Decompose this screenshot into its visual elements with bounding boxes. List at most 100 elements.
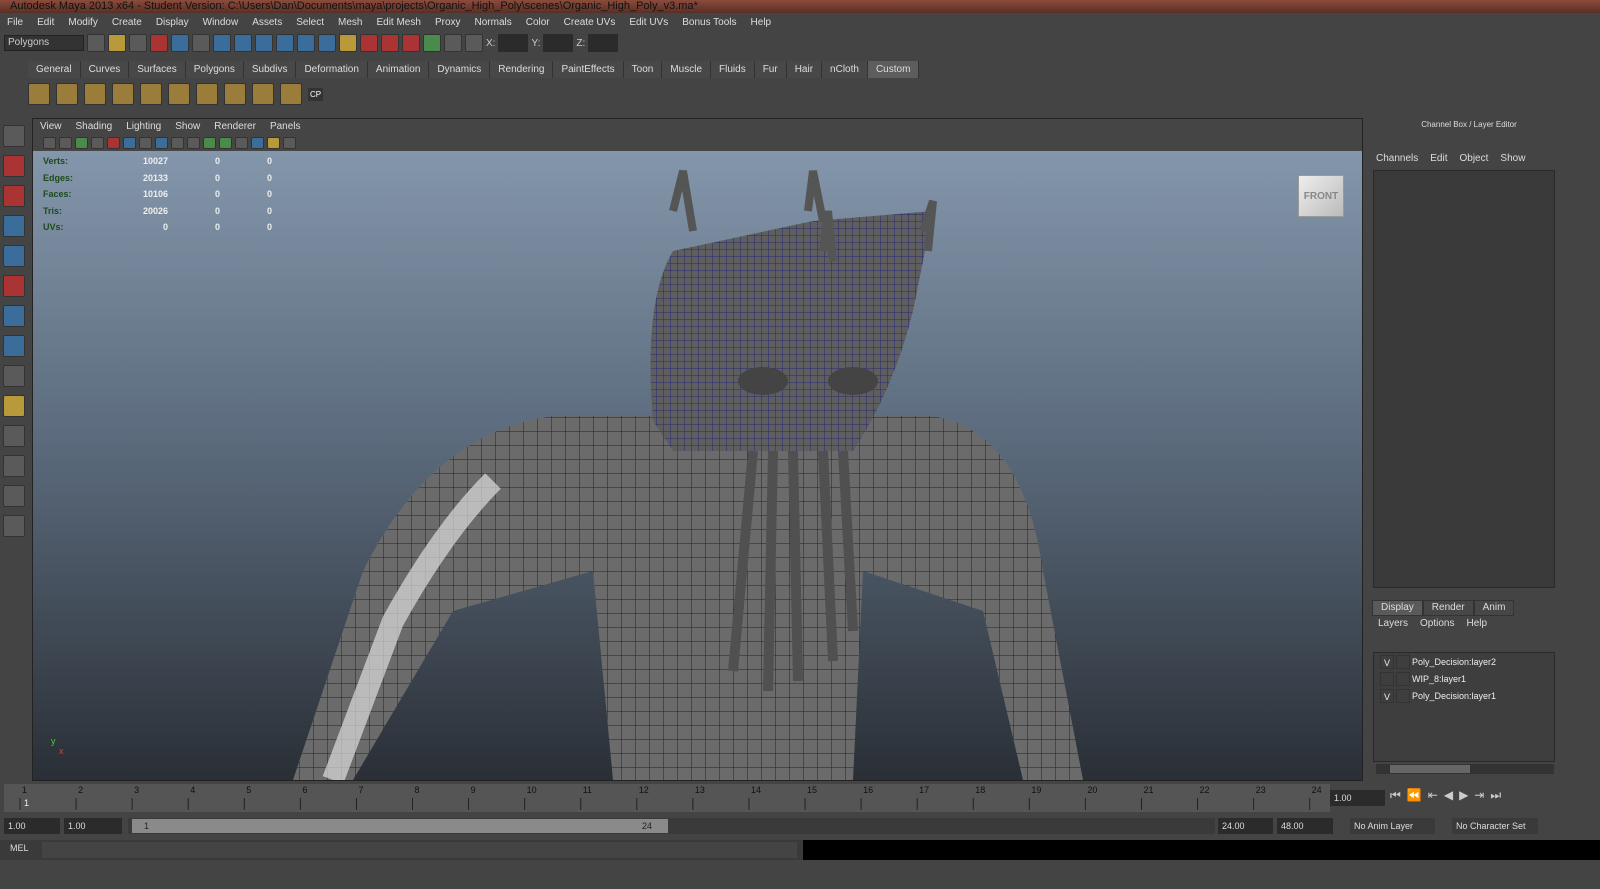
- layer-playback-toggle[interactable]: [1396, 655, 1410, 669]
- shaded-icon[interactable]: [251, 137, 264, 149]
- lights-icon[interactable]: [267, 137, 280, 149]
- layout-outliner-icon[interactable]: [3, 485, 25, 507]
- layer-row[interactable]: V Poly_Decision:layer1: [1374, 688, 1554, 704]
- layer-scrollbar[interactable]: [1376, 764, 1554, 774]
- texture-icon[interactable]: [219, 137, 232, 149]
- view-cube[interactable]: FRONT: [1298, 175, 1344, 217]
- shelf-tab-toon[interactable]: Toon: [623, 61, 663, 78]
- viewport-menu-shading[interactable]: Shading: [69, 119, 120, 135]
- lock-icon[interactable]: [339, 34, 357, 52]
- shelf-tab-deformation[interactable]: Deformation: [296, 61, 368, 78]
- layout-four-icon[interactable]: [3, 455, 25, 477]
- menu-edit-mesh[interactable]: Edit Mesh: [369, 14, 427, 31]
- camera-attr-icon[interactable]: [59, 137, 72, 149]
- lasso-tool-icon[interactable]: [3, 155, 25, 177]
- layer-tab-anim[interactable]: Anim: [1473, 600, 1515, 616]
- scale-tool-icon[interactable]: [3, 275, 25, 297]
- y-field[interactable]: [543, 34, 574, 52]
- viewport-menu-lighting[interactable]: Lighting: [119, 119, 168, 135]
- channel-menu-channels[interactable]: Channels: [1370, 152, 1424, 166]
- shelf-tab-rendering[interactable]: Rendering: [490, 61, 554, 78]
- menu-proxy[interactable]: Proxy: [428, 14, 468, 31]
- layer-visibility-toggle[interactable]: V: [1380, 655, 1394, 669]
- layer-visibility-toggle[interactable]: V: [1380, 689, 1394, 703]
- playback-end-field[interactable]: 24.00: [1218, 818, 1273, 834]
- character-set-select[interactable]: No Character Set: [1452, 818, 1538, 834]
- soft-mod-icon[interactable]: [3, 335, 25, 357]
- shelf-tab-fluids[interactable]: Fluids: [711, 61, 755, 78]
- menu-color[interactable]: Color: [519, 14, 557, 31]
- menu-edit[interactable]: Edit: [30, 14, 61, 31]
- play-forward-icon[interactable]: ▶: [1459, 788, 1468, 803]
- new-scene-icon[interactable]: [87, 34, 105, 52]
- shelf-tab-dynamics[interactable]: Dynamics: [429, 61, 491, 78]
- shelf-tab-subdivs[interactable]: Subdivs: [243, 61, 297, 78]
- current-frame-marker[interactable]: 1: [24, 798, 29, 808]
- snap-plane-icon[interactable]: [276, 34, 294, 52]
- play-backward-icon[interactable]: ◀: [1444, 788, 1453, 803]
- ipr-render-icon[interactable]: [465, 34, 483, 52]
- smooth-shade-icon[interactable]: [155, 137, 168, 149]
- shelf-tab-muscle[interactable]: Muscle: [662, 61, 712, 78]
- command-input[interactable]: [42, 842, 797, 858]
- save-scene-icon[interactable]: [129, 34, 147, 52]
- menu-file[interactable]: File: [0, 14, 30, 31]
- 3d-scene[interactable]: Verts: 10027 0 0 Edges: 20133 0 0 Faces: 10106 0 0 T…: [33, 151, 1362, 780]
- shelf-tab-general[interactable]: General: [28, 61, 81, 78]
- mel-label[interactable]: MEL: [10, 843, 29, 853]
- help-icon[interactable]: [318, 34, 336, 52]
- start-time-field[interactable]: 1.00: [4, 818, 60, 834]
- xray-icon[interactable]: [187, 137, 200, 149]
- snap-curve-icon[interactable]: [234, 34, 252, 52]
- shelf-tab-ncloth[interactable]: nCloth: [822, 61, 868, 78]
- open-scene-icon[interactable]: [108, 34, 126, 52]
- layout-single-icon[interactable]: [3, 425, 25, 447]
- 2d-pan-icon[interactable]: [107, 137, 120, 149]
- menu-help[interactable]: Help: [744, 14, 779, 31]
- rotate-tool-icon[interactable]: [3, 245, 25, 267]
- playback-start-field[interactable]: 1.00: [64, 818, 122, 834]
- anim-layer-select[interactable]: No Anim Layer: [1350, 818, 1435, 834]
- current-time-field[interactable]: 1.00: [1330, 790, 1385, 806]
- shelf-tool-icon[interactable]: [112, 83, 134, 105]
- time-slider[interactable]: 1 2 3 4 5 6 7 8 9 10 11 12 13 14 15 16 17 18 19 20 21 22 23 24 1: [4, 784, 1330, 812]
- paint-select-icon[interactable]: [3, 185, 25, 207]
- wireframe-on-shaded-icon[interactable]: [171, 137, 184, 149]
- shelf-tool-icon[interactable]: [224, 83, 246, 105]
- shelf-tab-painteffects[interactable]: PaintEffects: [553, 61, 624, 78]
- layer-row[interactable]: WIP_8:layer1: [1374, 671, 1554, 687]
- menu-create-uvs[interactable]: Create UVs: [557, 14, 623, 31]
- viewport-menu-view[interactable]: View: [33, 119, 69, 135]
- channel-menu-object[interactable]: Object: [1454, 152, 1495, 166]
- shelf-tool-icon[interactable]: [252, 83, 274, 105]
- go-to-start-icon[interactable]: ⏮: [1390, 788, 1401, 803]
- shelf-tab-polygons[interactable]: Polygons: [185, 61, 244, 78]
- move-tool-icon[interactable]: [3, 215, 25, 237]
- shadows-icon[interactable]: [283, 137, 296, 149]
- layout-graph-icon[interactable]: [3, 515, 25, 537]
- manipulator-icon[interactable]: [3, 305, 25, 327]
- snap-point-icon[interactable]: [255, 34, 273, 52]
- viewport-menu-renderer[interactable]: Renderer: [207, 119, 263, 135]
- film-gate-icon[interactable]: [139, 137, 152, 149]
- image-plane-icon[interactable]: [91, 137, 104, 149]
- shelf-tool-icon[interactable]: [56, 83, 78, 105]
- snap-grid-icon[interactable]: [213, 34, 231, 52]
- step-back-icon[interactable]: ⇤: [1428, 788, 1438, 803]
- shelf-tool-icon[interactable]: [28, 83, 50, 105]
- menu-select[interactable]: Select: [289, 14, 331, 31]
- viewport-menu-show[interactable]: Show: [168, 119, 207, 135]
- camera-icon[interactable]: [43, 137, 56, 149]
- layer-playback-toggle[interactable]: [1396, 689, 1410, 703]
- channel-menu-show[interactable]: Show: [1494, 152, 1531, 166]
- center-pivot-button[interactable]: CP: [308, 87, 324, 101]
- bookmark-icon[interactable]: [75, 137, 88, 149]
- shelf-tab-curves[interactable]: Curves: [80, 61, 130, 78]
- snap-surface-icon[interactable]: [297, 34, 315, 52]
- select-component-icon[interactable]: [192, 34, 210, 52]
- viewport-menu-panels[interactable]: Panels: [263, 119, 308, 135]
- menu-edit-uvs[interactable]: Edit UVs: [622, 14, 675, 31]
- z-field[interactable]: [588, 34, 619, 52]
- layer-row[interactable]: V Poly_Decision:layer2: [1374, 654, 1554, 670]
- shelf-tool-icon[interactable]: [140, 83, 162, 105]
